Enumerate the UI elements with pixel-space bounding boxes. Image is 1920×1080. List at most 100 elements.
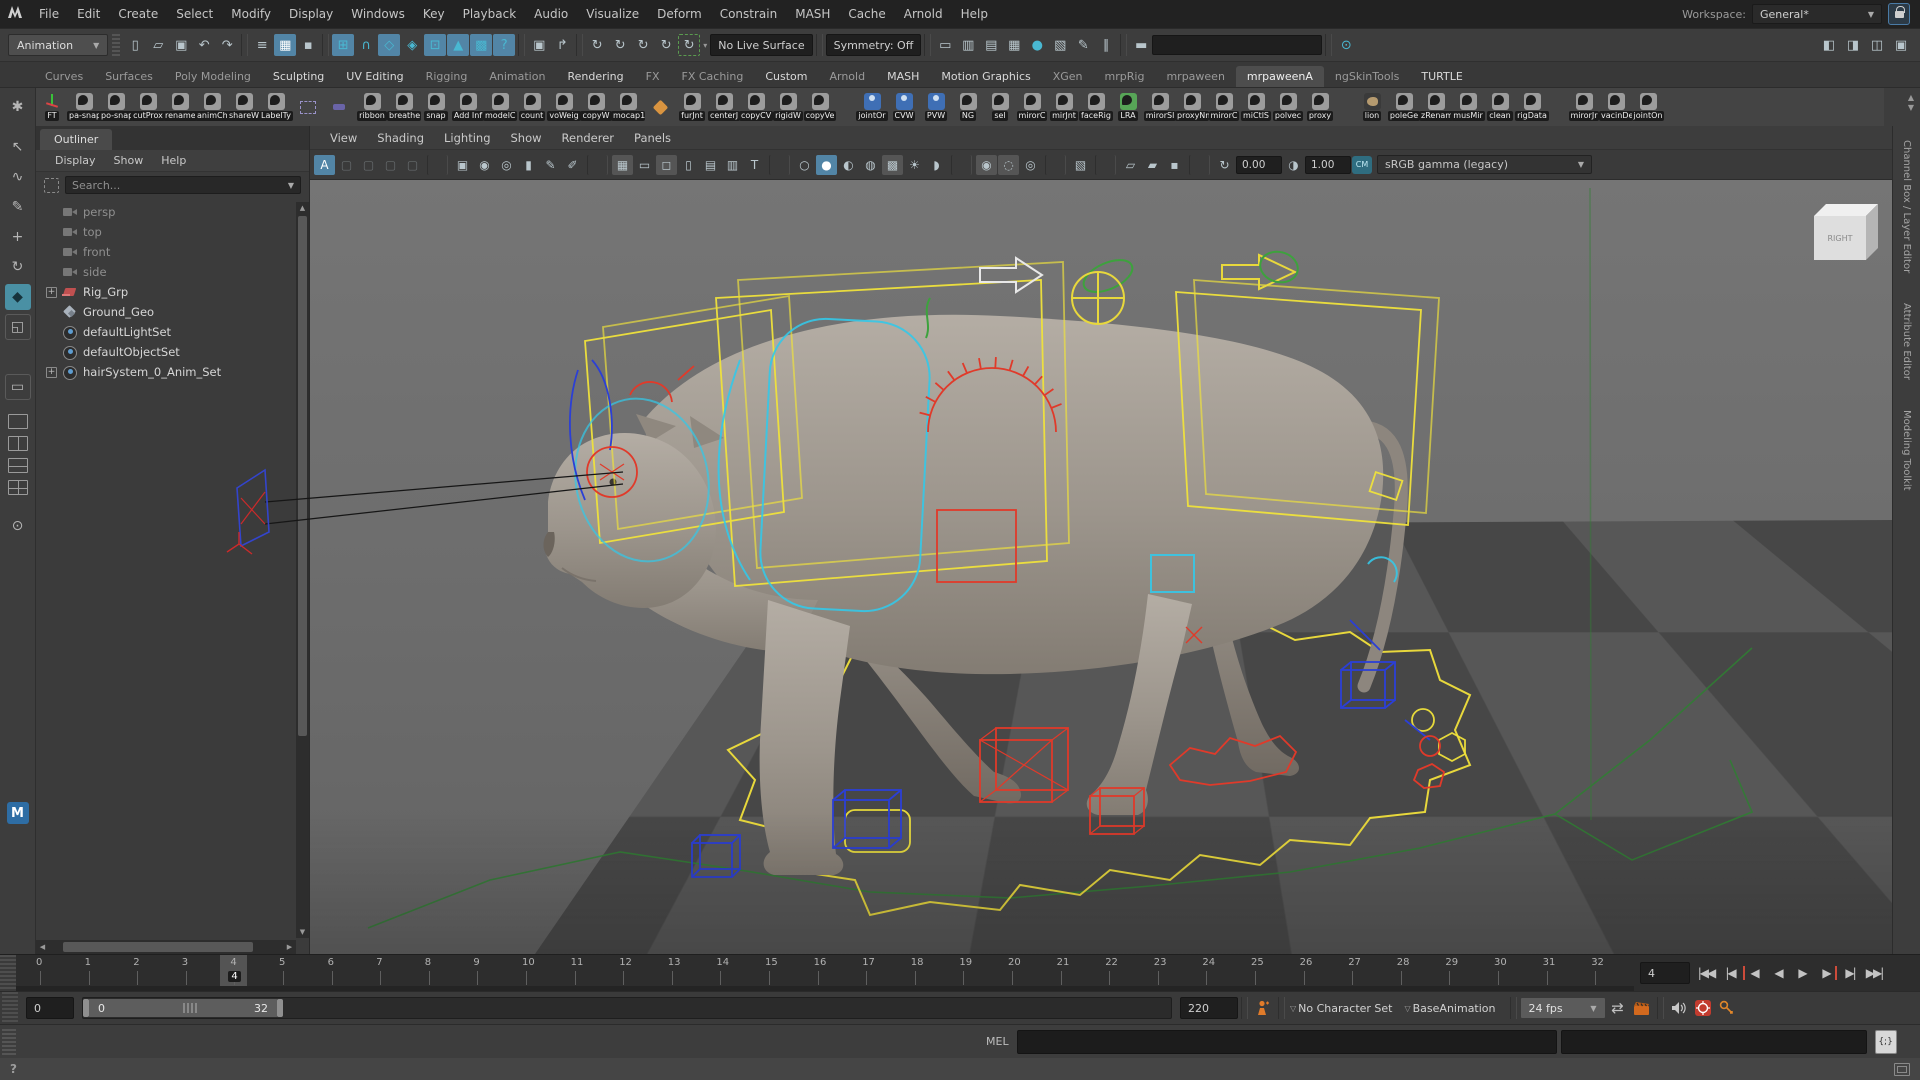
shelf-item[interactable]: mirorC [1208,89,1240,125]
viewport-toolbar-icon[interactable]: ◗ [926,155,947,175]
status-icon[interactable]: ▣ [170,34,192,56]
viewport-toolbar-icon[interactable]: ◎ [1020,155,1041,175]
outliner-horizontal-scrollbar[interactable]: ◀ ▶ [36,940,296,954]
shelf-tab[interactable]: ngSkinTools [1324,66,1410,87]
render-icon[interactable]: ▥ [957,34,979,56]
scroll-up-icon[interactable]: ▲ [296,202,309,214]
shelf-item[interactable]: snap [420,89,452,125]
character-set-icon[interactable] [1251,996,1275,1020]
history-icon[interactable]: ↱ [551,34,573,56]
shelf-item[interactable]: shareW [228,89,260,125]
shelf-item[interactable]: mirorC [1016,89,1048,125]
viewport-toolbar-icon[interactable]: ◎ [496,155,517,175]
viewport-menu-item[interactable]: Shading [367,131,434,145]
viewport-toolbar-icon[interactable]: T [744,155,765,175]
viewport-toolbar-icon[interactable]: ▰ [1142,155,1163,175]
menu-item[interactable]: Constrain [711,0,787,28]
help-icon[interactable]: ? [10,1062,17,1076]
shelf-item[interactable]: LRA [1112,89,1144,125]
viewport-toolbar-icon[interactable]: ◉ [474,155,495,175]
shelf-item[interactable]: mirorJr [1568,89,1600,125]
gamma-icon[interactable]: ◑ [1283,155,1304,175]
menu-item[interactable]: Cache [839,0,894,28]
menu-item[interactable]: Deform [648,0,711,28]
toolbox-tool[interactable]: ▭ [5,374,31,400]
shelf-tab[interactable]: Arnold [818,66,876,87]
toolbox-tool[interactable]: ✎ [5,194,31,220]
shelf-item[interactable]: cutProx [132,89,164,125]
viewport-toolbar-icon[interactable] [1095,155,1116,175]
shelf-item[interactable] [324,89,356,125]
shelf-item[interactable]: po-snap [100,89,132,125]
viewport-menu-item[interactable]: View [320,131,367,145]
viewport-toolbar-icon[interactable]: ◍ [860,155,881,175]
anim-layer-value[interactable]: BaseAnimation [1413,1002,1496,1015]
shelf-item[interactable]: rigData [1516,89,1548,125]
outliner-item[interactable]: + Ground_Geo [36,302,296,322]
shelf-item[interactable]: NG [952,89,984,125]
sidebar-vertical-tab[interactable]: Modeling Toolkit [1901,410,1912,491]
shelf-item[interactable]: lion [1356,89,1388,125]
shelf-item[interactable]: copyCV [740,89,772,125]
fps-dropdown[interactable]: 24 fps ▼ [1520,997,1606,1019]
toolbox-tool[interactable]: ◱ [5,314,31,340]
shelf-item[interactable]: mirJnt [1048,89,1080,125]
viewport-toolbar-icon[interactable]: ▢ [358,155,379,175]
snap-icon[interactable]: ∩ [355,34,377,56]
shelf-item[interactable] [292,89,324,125]
range-grip[interactable] [183,1003,197,1013]
construction-icon[interactable]: ↻ [632,34,654,56]
shelf-item[interactable] [836,89,856,125]
shelf-tab[interactable]: mrpaweenA [1236,66,1324,87]
shelf-tab[interactable]: Curves [34,66,94,87]
viewport-toolbar-icon[interactable]: ▭ [634,155,655,175]
viewport-toolbar-icon[interactable]: ▢ [336,155,357,175]
no-live-surface-field[interactable]: No Live Surface [710,34,812,56]
status-icon[interactable]: ▯ [124,34,146,56]
snap-icon[interactable]: ▩ [470,34,492,56]
snap-icon[interactable]: ▲ [447,34,469,56]
shelf-tab[interactable]: UV Editing [335,66,414,87]
scroll-left-icon[interactable]: ◀ [36,943,49,951]
quick-select-input[interactable] [1152,35,1322,55]
panel-toggle-icon[interactable]: ◨ [1842,34,1864,56]
playback-button[interactable]: ▶▶| [1862,961,1886,985]
render-icon[interactable]: ∥ [1095,34,1117,56]
range-bar-handle[interactable] [2,992,18,1024]
viewport-toolbar-icon[interactable]: ▧ [1070,155,1091,175]
toolbox-tool[interactable]: ◆ [5,284,31,310]
playback-button[interactable]: ▶ [1790,961,1814,985]
modeling-toolkit-m-icon[interactable]: M [7,802,29,824]
construction-icon[interactable]: ↻ [678,34,700,56]
viewport-toolbar-icon[interactable]: ▣ [452,155,473,175]
viewport-toolbar-icon[interactable]: ○ [794,155,815,175]
viewport-menu-item[interactable]: Show [501,131,552,145]
shelf-tab[interactable]: XGen [1042,66,1094,87]
playback-loop-icon[interactable]: ⇄ [1606,996,1630,1020]
character-set-value[interactable]: No Character Set [1298,1002,1392,1015]
viewport-toolbar-icon[interactable]: ▯ [678,155,699,175]
viewport-menu-item[interactable]: Panels [624,131,681,145]
menu-item[interactable]: Audio [525,0,577,28]
viewport-toolbar-icon[interactable]: ▩ [882,155,903,175]
viewport-toolbar-icon[interactable]: ▱ [1120,155,1141,175]
construction-icon[interactable]: ↻ [655,34,677,56]
animation-start-field[interactable]: 0 [26,997,74,1019]
shelf-tab[interactable]: FX [635,66,671,87]
outliner-menu-item[interactable]: Show [107,154,151,167]
shelf-item[interactable]: vacinDe [1600,89,1632,125]
shelf-tab[interactable]: Motion Graphics [930,66,1041,87]
viewport-toolbar-icon[interactable]: ▪ [1164,155,1185,175]
shelf-item[interactable]: LabelTy [260,89,292,125]
menu-item[interactable]: Key [414,0,454,28]
outliner-item[interactable]: + top [36,222,296,242]
shelf-tab[interactable]: Animation [478,66,556,87]
command-input[interactable] [1017,1030,1557,1054]
toolbox-tool[interactable]: ↻ [5,254,31,280]
viewport-toolbar-icon[interactable]: ↻ [1214,155,1235,175]
shelf-item[interactable]: sel [984,89,1016,125]
chevron-down-icon[interactable]: ▽ [1404,1004,1410,1013]
menu-item[interactable]: Help [952,0,997,28]
outliner-item[interactable]: + persp [36,202,296,222]
shelf-tab[interactable]: Surfaces [94,66,164,87]
